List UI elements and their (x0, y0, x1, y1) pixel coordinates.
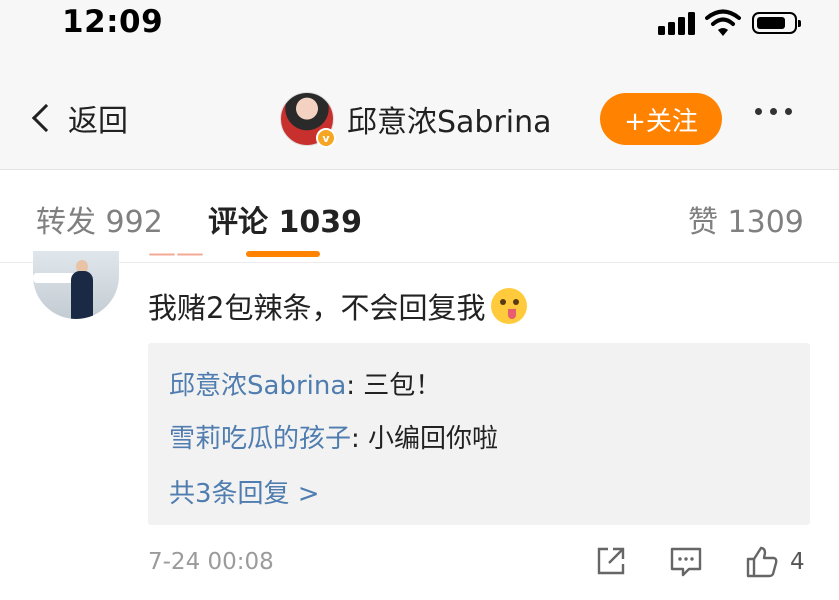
tongue-out-emoji-icon (491, 288, 528, 324)
back-button[interactable]: 返回 (28, 96, 128, 140)
reply-box[interactable]: 邱意浓Sabrina: 三包！ 雪莉吃瓜的孩子: 小编回你啦 共3条回复 > (148, 343, 810, 525)
more-icon[interactable] (755, 108, 792, 115)
tab-likes[interactable]: 赞 1309 (688, 197, 804, 241)
like-icon[interactable] (744, 544, 780, 580)
share-icon[interactable] (594, 544, 628, 578)
tab-bar: 转发 992 评论 1039 赞 1309 (0, 171, 839, 263)
like-count: 4 (790, 549, 805, 575)
status-bar: 12:09 (0, 0, 839, 60)
tab-reposts[interactable]: 转发 992 (36, 197, 163, 241)
nav-bar: 返回 v 邱意浓Sabrina +关注 (0, 60, 839, 170)
reply-text: : 三包！ (346, 371, 442, 401)
comment-body: 我赌2包辣条，不会回复我 (148, 285, 528, 327)
follow-button[interactable]: +关注 (600, 93, 722, 145)
page-title: 邱意浓Sabrina (347, 105, 552, 140)
commenter-avatar[interactable] (33, 251, 119, 319)
reply-item[interactable]: 邱意浓Sabrina: 三包！ (169, 365, 441, 402)
profile-header[interactable]: v 邱意浓Sabrina (280, 92, 552, 148)
status-time: 12:09 (62, 4, 164, 40)
comment-timestamp: 7-24 00:08 (148, 549, 274, 575)
signal-icon (658, 11, 698, 35)
wifi-icon (705, 9, 741, 36)
comment-meta: 7-24 00:08 4 (0, 536, 839, 592)
comment-author-cropped: —— (148, 250, 204, 269)
verified-badge-icon: v (316, 128, 336, 148)
reply-author[interactable]: 邱意浓Sabrina (169, 371, 346, 401)
tab-comments[interactable]: 评论 1039 (208, 197, 362, 241)
reply-author[interactable]: 雪莉吃瓜的孩子 (169, 424, 351, 454)
battery-icon (752, 12, 801, 34)
comment-text: 我赌2包辣条，不会回复我 (148, 291, 486, 325)
reply-text: : 小编回你啦 (351, 424, 499, 454)
back-label: 返回 (68, 104, 128, 139)
comment-icon[interactable] (668, 544, 704, 578)
reply-item[interactable]: 雪莉吃瓜的孩子: 小编回你啦 (169, 418, 498, 455)
avatar[interactable]: v (280, 92, 336, 148)
more-replies-link[interactable]: 共3条回复 > (169, 473, 320, 510)
back-chevron-icon (31, 103, 61, 133)
